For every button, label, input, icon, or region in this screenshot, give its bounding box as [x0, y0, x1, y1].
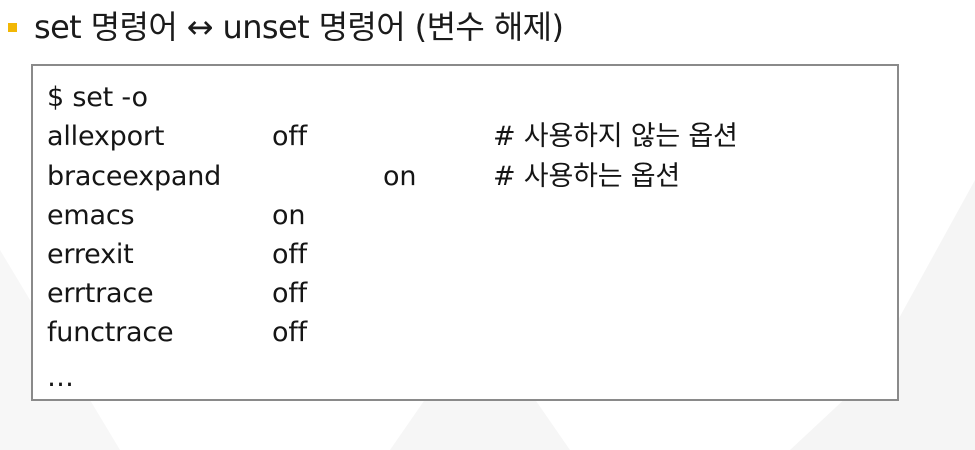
terminal-output-box: $ set -o allexport off # 사용하지 않는 옵션 brac… — [31, 64, 899, 401]
option-name: functrace — [47, 317, 174, 348]
option-name: braceexpand — [47, 161, 222, 192]
option-value: on — [383, 161, 417, 192]
option-value: off — [272, 278, 307, 309]
option-name: allexport — [47, 121, 165, 152]
command-text: $ set -o — [47, 82, 148, 113]
option-comment: # 사용하지 않는 옵션 — [493, 121, 738, 152]
option-value: off — [272, 317, 307, 348]
square-bullet-icon — [8, 22, 17, 32]
option-name: emacs — [47, 200, 135, 231]
option-name: errexit — [47, 239, 134, 270]
option-name: errtrace — [47, 278, 154, 309]
ellipsis-text: … — [47, 362, 74, 393]
option-value: on — [272, 200, 306, 231]
option-value: off — [272, 121, 307, 152]
option-comment: # 사용하는 옵션 — [493, 161, 681, 192]
slide-title: set 명령어 ↔ unset 명령어 (변수 해제) — [8, 6, 564, 48]
slide-title-text: set 명령어 ↔ unset 명령어 (변수 해제) — [34, 8, 564, 46]
option-value: off — [272, 239, 307, 270]
